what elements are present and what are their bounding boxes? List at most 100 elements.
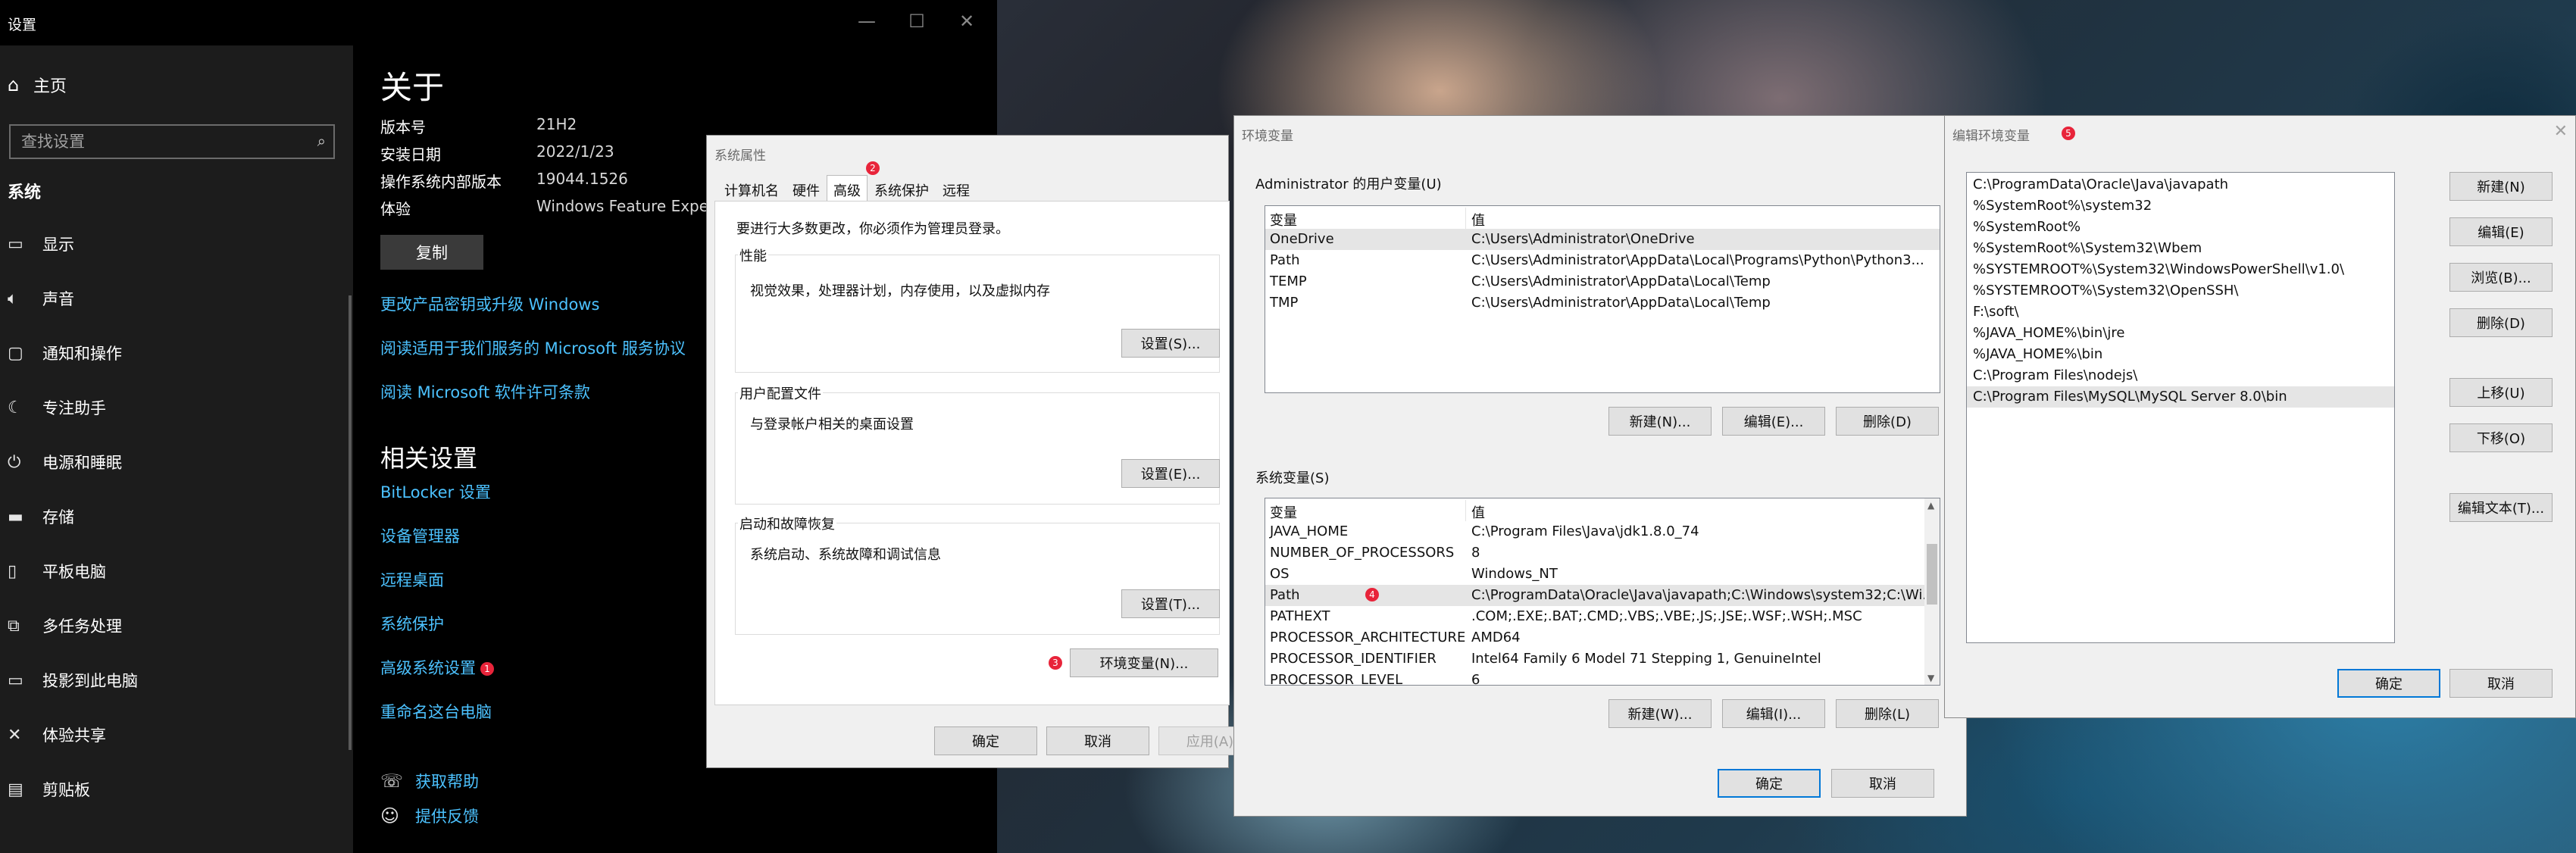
user-profiles-settings-button[interactable]: 设置(E)... xyxy=(1121,459,1220,488)
sidebar-item-sound[interactable]: 🔈︎ 声音 xyxy=(8,283,74,314)
ok-button[interactable]: 确定 xyxy=(1718,769,1821,798)
system-delete-button[interactable]: 删除(L) xyxy=(1836,699,1939,728)
startup-recovery-settings-button[interactable]: 设置(T)... xyxy=(1121,589,1220,618)
tab-remote[interactable]: 远程 xyxy=(936,175,977,202)
column-header-variable[interactable]: 变量 xyxy=(1270,210,1297,230)
path-entries-list[interactable]: C:\ProgramData\Oracle\Java\javapath %Sys… xyxy=(1966,172,2395,643)
sidebar-item-power[interactable]: ⏻ 电源和睡眠 xyxy=(8,447,122,477)
link-bitlocker[interactable]: BitLocker 设置 xyxy=(380,480,491,503)
table-row[interactable]: TEMP C:\Users\Administrator\AppData\Loca… xyxy=(1265,271,1940,292)
sidebar-item-storage[interactable]: ▬ 存储 xyxy=(8,501,74,532)
column-divider[interactable] xyxy=(1465,208,1466,229)
column-header-value[interactable]: 值 xyxy=(1471,210,1940,230)
system-new-button[interactable]: 新建(W)... xyxy=(1608,699,1712,728)
list-item[interactable]: %JAVA_HOME%\bin xyxy=(1967,344,2394,365)
list-item[interactable]: C:\Program Files\nodejs\ xyxy=(1967,365,2394,386)
delete-button[interactable]: 删除(D) xyxy=(2449,308,2553,337)
browse-button[interactable]: 浏览(B)... xyxy=(2449,263,2553,292)
column-divider[interactable] xyxy=(1465,500,1466,521)
sidebar-item-clipboard[interactable]: ▤ 剪贴板 xyxy=(8,774,90,805)
spec-value: 21H2 xyxy=(536,115,577,133)
ok-button[interactable]: 确定 xyxy=(2337,669,2440,698)
system-variables-list[interactable]: 变量 值 JAVA_HOME C:\Program Files\Java\jdk… xyxy=(1265,498,1940,686)
link-remote-desktop[interactable]: 远程桌面 xyxy=(380,568,444,591)
environment-variables-button[interactable]: 环境变量(N)... xyxy=(1070,648,1218,677)
tab-system-protection[interactable]: 系统保护 xyxy=(868,175,936,202)
table-row[interactable]: PATHEXT .COM;.EXE;.BAT;.CMD;.VBS;.VBE;.J… xyxy=(1265,606,1940,627)
list-item[interactable]: %SYSTEMROOT%\System32\OpenSSH\ xyxy=(1967,280,2394,302)
table-row[interactable]: PROCESSOR_IDENTIFIER Intel64 Family 6 Mo… xyxy=(1265,648,1940,670)
sidebar-item-tablet[interactable]: ▯ 平板电脑 xyxy=(8,556,106,586)
table-row[interactable]: PROCESSOR_ARCHITECTURE AMD64 xyxy=(1265,627,1940,648)
get-help-link[interactable]: ☏ 获取帮助 xyxy=(380,770,479,792)
sidebar-item-multitasking[interactable]: ⧉ 多任务处理 xyxy=(8,611,122,641)
list-item[interactable]: %JAVA_HOME%\bin\jre xyxy=(1967,323,2394,344)
tab-computer-name[interactable]: 计算机名 xyxy=(717,175,786,202)
minimize-icon[interactable]: — xyxy=(852,11,882,32)
ok-button[interactable]: 确定 xyxy=(934,726,1037,755)
search-input[interactable] xyxy=(21,133,294,151)
copy-button[interactable]: 复制 xyxy=(380,235,483,270)
table-row[interactable]: PROCESSOR_LEVEL 6 xyxy=(1265,670,1940,685)
link-change-product-key[interactable]: 更改产品密钥或升级 Windows xyxy=(380,292,599,315)
user-edit-button[interactable]: 编辑(E)... xyxy=(1722,407,1825,436)
column-header-variable[interactable]: 变量 xyxy=(1270,502,1297,522)
sidebar-item-shared-experiences[interactable]: ✕ 体验共享 xyxy=(8,720,106,750)
settings-search[interactable]: ⌕ xyxy=(9,124,335,159)
list-item[interactable]: C:\Program Files\MySQL\MySQL Server 8.0\… xyxy=(1967,386,2394,408)
link-advanced-system-settings[interactable]: 高级系统设置 1 xyxy=(380,656,494,679)
table-row[interactable]: Path 4 C:\ProgramData\Oracle\Java\javapa… xyxy=(1265,585,1940,606)
list-item[interactable]: F:\soft\ xyxy=(1967,302,2394,323)
user-profiles-desc: 与登录帐户相关的桌面设置 xyxy=(750,417,914,433)
link-service-agreement[interactable]: 阅读适用于我们服务的 Microsoft 服务协议 xyxy=(380,336,686,359)
close-icon[interactable]: ✕ xyxy=(2554,122,2568,141)
list-item[interactable]: %SystemRoot%\System32\Wbem xyxy=(1967,238,2394,259)
user-variables-list[interactable]: 变量 值 OneDrive C:\Users\Administrator\One… xyxy=(1265,205,1940,393)
table-row[interactable]: Path C:\Users\Administrator\AppData\Loca… xyxy=(1265,250,1940,271)
sidebar-item-focus-assist[interactable]: ☾ 专注助手 xyxy=(8,392,106,423)
scroll-up-icon[interactable]: ▲ xyxy=(1927,500,1934,511)
table-row[interactable]: OS Windows_NT xyxy=(1265,564,1940,585)
sidebar-scrollbar[interactable] xyxy=(349,295,352,750)
cancel-button[interactable]: 取消 xyxy=(1046,726,1149,755)
list-item[interactable]: %SystemRoot%\system32 xyxy=(1967,195,2394,217)
sidebar-item-notifications[interactable]: ▢ 通知和操作 xyxy=(8,338,122,368)
list-item[interactable]: C:\ProgramData\Oracle\Java\javapath xyxy=(1967,174,2394,195)
link-license-terms[interactable]: 阅读 Microsoft 软件许可条款 xyxy=(380,380,590,403)
sidebar-item-projecting[interactable]: ▭ 投影到此电脑 xyxy=(8,665,138,695)
maximize-icon[interactable]: ☐ xyxy=(902,11,932,32)
list-item[interactable]: %SystemRoot% xyxy=(1967,217,2394,238)
tab-advanced[interactable]: 高级 xyxy=(827,175,868,202)
new-button[interactable]: 新建(N) xyxy=(2449,172,2553,201)
table-row[interactable]: NUMBER_OF_PROCESSORS 8 xyxy=(1265,542,1940,564)
system-edit-button[interactable]: 编辑(I)... xyxy=(1722,699,1825,728)
link-rename-pc[interactable]: 重命名这台电脑 xyxy=(380,700,492,723)
edit-button[interactable]: 编辑(E) xyxy=(2449,217,2553,246)
close-icon[interactable]: ✕ xyxy=(952,11,982,32)
table-row[interactable]: TMP C:\Users\Administrator\AppData\Local… xyxy=(1265,292,1940,314)
search-icon[interactable]: ⌕ xyxy=(317,132,326,150)
sidebar-home[interactable]: ⌂ 主页 xyxy=(8,70,67,100)
user-new-button[interactable]: 新建(N)... xyxy=(1608,407,1712,436)
user-delete-button[interactable]: 删除(D) xyxy=(1836,407,1939,436)
table-row[interactable]: OneDrive C:\Users\Administrator\OneDrive xyxy=(1265,229,1940,250)
projector-icon: ▭ xyxy=(8,670,23,690)
table-row[interactable]: JAVA_HOME C:\Program Files\Java\jdk1.8.0… xyxy=(1265,521,1940,542)
move-up-button[interactable]: 上移(U) xyxy=(2449,378,2553,407)
link-device-manager[interactable]: 设备管理器 xyxy=(380,524,460,547)
sidebar-item-display[interactable]: ▭ 显示 xyxy=(8,229,74,259)
performance-settings-button[interactable]: 设置(S)... xyxy=(1121,329,1220,358)
list-item[interactable]: %SYSTEMROOT%\System32\WindowsPowerShell\… xyxy=(1967,259,2394,280)
cancel-button[interactable]: 取消 xyxy=(1831,769,1934,798)
link-system-protection[interactable]: 系统保护 xyxy=(380,612,444,635)
variable-name: OS xyxy=(1270,566,1290,582)
edit-text-button[interactable]: 编辑文本(T)... xyxy=(2449,493,2553,522)
give-feedback-link[interactable]: ☺ 提供反馈 xyxy=(380,805,479,827)
cancel-button[interactable]: 取消 xyxy=(2449,669,2553,698)
tab-hardware[interactable]: 硬件 xyxy=(786,175,827,202)
system-list-scrollbar[interactable]: ▲ ▼ xyxy=(1924,498,1940,685)
scroll-thumb[interactable] xyxy=(1927,544,1937,605)
column-header-value[interactable]: 值 xyxy=(1471,502,1940,522)
scroll-down-icon[interactable]: ▼ xyxy=(1927,673,1934,683)
move-down-button[interactable]: 下移(O) xyxy=(2449,423,2553,452)
